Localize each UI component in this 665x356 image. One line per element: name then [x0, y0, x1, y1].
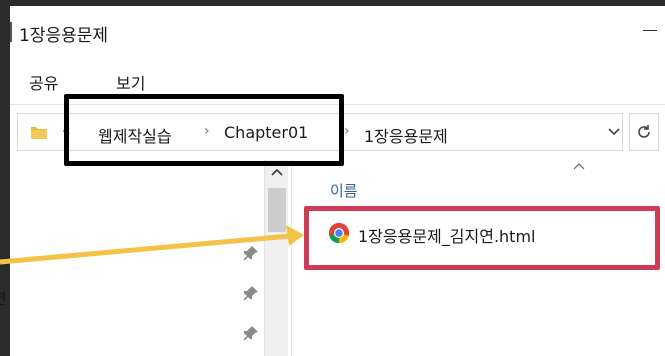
sort-ascending-icon[interactable] — [572, 161, 586, 171]
pin-icon[interactable] — [240, 244, 260, 264]
navigation-pane — [10, 160, 292, 356]
breadcrumb-highlight-box — [64, 94, 344, 166]
tab-share[interactable]: 공유 — [29, 70, 58, 94]
file-highlight-box — [304, 206, 660, 270]
breadcrumb-current-folder[interactable]: 1장응용문제 — [364, 123, 448, 147]
nav-scrollbar[interactable] — [264, 160, 288, 356]
title-bar: 1장응용문제 — [10, 6, 665, 58]
tab-view[interactable]: 보기 — [116, 70, 145, 94]
scroll-thumb[interactable] — [268, 188, 286, 232]
explorer-window: 1장응용문제 공유 보기 « 웹제작실습 › Chapter01 › 1장응용문… — [10, 6, 665, 356]
breadcrumb-separator-icon: › — [344, 123, 350, 139]
refresh-icon — [638, 125, 650, 138]
folder-icon — [31, 127, 47, 139]
pin-icon[interactable] — [240, 284, 260, 304]
refresh-button[interactable] — [629, 113, 659, 151]
pin-icon[interactable] — [240, 324, 260, 344]
nav-item-partial: 변 — [0, 285, 7, 309]
window-title: 1장응용문제 — [19, 26, 109, 46]
column-header-name[interactable]: 이름 — [330, 180, 358, 201]
chevron-down-icon[interactable] — [607, 127, 621, 137]
window-icon-edge — [10, 22, 12, 42]
minimize-button[interactable] — [643, 30, 657, 31]
scroll-up-icon[interactable] — [270, 167, 284, 177]
